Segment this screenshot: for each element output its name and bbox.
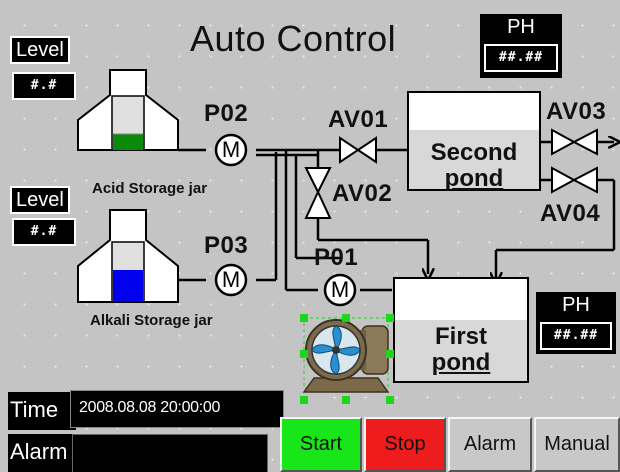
time-value: 2008.08.08 20:00:00 [79, 399, 221, 416]
start-button[interactable]: Start [280, 417, 362, 472]
page-title: Auto Control [190, 18, 397, 59]
valve-av04-label: AV04 [540, 200, 601, 227]
time-display: 2008.08.08 20:00:00 [70, 390, 284, 428]
alkali-storage-jar [77, 209, 179, 303]
fan-motor-icon[interactable] [302, 317, 390, 393]
second-pond-label: Second pond [408, 140, 540, 192]
second-pond-label-line2: pond [444, 165, 504, 192]
ph-value-second: ##.## [484, 44, 558, 72]
pump-p01-symbol: M [330, 277, 350, 302]
valve-av01-label: AV01 [328, 106, 389, 133]
valve-av01[interactable] [339, 136, 377, 164]
hmi-screen: M M M Auto Control Level #.# Level #.# P… [0, 0, 620, 472]
level-label-alkali: Level [10, 186, 70, 214]
valve-av03-label: AV03 [546, 98, 607, 125]
stop-button[interactable]: Stop [364, 417, 446, 472]
valve-av02[interactable] [304, 167, 332, 219]
first-pond-label-line1: First [434, 323, 487, 350]
ph-display-first-pond: PH ##.## [536, 292, 616, 354]
ph-label-first: PH [536, 292, 616, 318]
valve-av04[interactable] [551, 166, 598, 194]
pump-p03-symbol: M [221, 267, 241, 292]
ph-display-second-pond: PH ##.## [480, 14, 562, 78]
valve-av03[interactable] [551, 128, 598, 156]
first-pond-label-line2: pond [431, 349, 491, 376]
ph-label-second: PH [480, 14, 562, 40]
pump-p01-label: P01 [314, 244, 359, 271]
manual-button[interactable]: Manual [534, 417, 620, 472]
alarm-label: Alarm [8, 434, 76, 472]
acid-storage-jar [77, 69, 179, 151]
alkali-jar-label: Alkali Storage jar [90, 312, 213, 329]
acid-jar-label: Acid Storage jar [92, 180, 208, 197]
valve-av02-label: AV02 [332, 180, 393, 207]
pump-p03-label: P03 [204, 232, 249, 259]
ph-value-first: ##.## [540, 322, 612, 350]
alarm-button[interactable]: Alarm [448, 417, 532, 472]
level-value-acid: #.# [12, 72, 76, 100]
time-label: Time [8, 392, 76, 430]
first-pond-label: First pond [394, 324, 528, 376]
second-pond-label-line1: Second [430, 139, 518, 166]
pump-p02-label: P02 [204, 100, 249, 127]
level-label-acid: Level [10, 36, 70, 64]
pump-p02-symbol: M [221, 137, 241, 162]
level-value-alkali: #.# [12, 218, 76, 246]
alarm-display [72, 434, 268, 472]
